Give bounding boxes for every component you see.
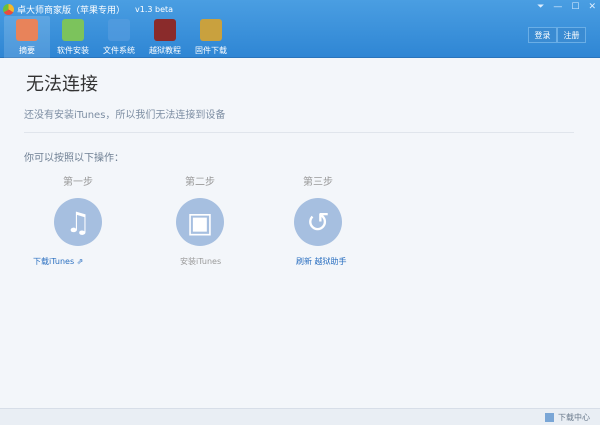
tab-filesystem[interactable]: 文件系统 <box>96 16 142 58</box>
menu-icon[interactable]: ⏷ <box>537 2 544 12</box>
download-icon <box>545 413 554 422</box>
header: 卓大师商家版（苹果专用） v1.3 beta ⏷ — ☐ ✕ 摘要 软件安装 文… <box>0 0 600 58</box>
download-icon <box>200 19 222 41</box>
step-label: 第一步 <box>63 177 93 188</box>
maximize-icon[interactable]: ☐ <box>571 2 579 12</box>
instructions-hint: 你可以按照以下操作： <box>24 153 124 164</box>
tab-summary[interactable]: 摘要 <box>4 16 50 58</box>
toolbar: 摘要 软件安装 文件系统 越狱教程 固件下载 <box>4 16 234 58</box>
close-icon[interactable]: ✕ <box>588 2 596 12</box>
step-3: 第三步 ↺ <box>268 173 368 246</box>
tab-label: 软件安装 <box>57 46 89 55</box>
download-center-button[interactable]: 下载中心 <box>545 412 590 423</box>
register-button[interactable]: 注册 <box>557 27 586 43</box>
package-box-icon: ▣ <box>176 198 224 246</box>
tab-label: 文件系统 <box>103 46 135 55</box>
status-message: 还没有安装iTunes，所以我们无法连接到设备 <box>24 110 226 121</box>
download-itunes-link[interactable]: 下载iTunes ⇗ <box>33 256 83 267</box>
title-bar: 卓大师商家版（苹果专用） v1.3 beta <box>3 2 173 16</box>
home-icon <box>16 19 38 41</box>
tab-label: 固件下载 <box>195 46 227 55</box>
tab-label: 摘要 <box>19 46 35 55</box>
refresh-icon: ↺ <box>294 198 342 246</box>
apps-icon <box>62 19 84 41</box>
music-note-icon: ♫ <box>54 198 102 246</box>
login-button[interactable]: 登录 <box>528 27 557 43</box>
step-label: 第二步 <box>185 177 215 188</box>
app-title: 卓大师商家版（苹果专用） <box>17 5 126 16</box>
tab-firmware[interactable]: 固件下载 <box>188 16 234 58</box>
page-title: 无法连接 <box>26 74 98 95</box>
folder-icon <box>108 19 130 41</box>
step-2: 第二步 ▣ <box>150 173 250 246</box>
tab-label: 越狱教程 <box>149 46 181 55</box>
divider <box>24 132 574 133</box>
refresh-link[interactable]: 刷新 越狱助手 <box>296 256 347 267</box>
status-bar: 下载中心 <box>0 408 600 425</box>
app-version: v1.3 beta <box>135 4 174 14</box>
download-center-label: 下载中心 <box>558 413 590 422</box>
minimize-icon[interactable]: — <box>553 2 562 12</box>
install-itunes-text: 安装iTunes <box>180 257 222 266</box>
app-logo-icon <box>3 3 14 15</box>
tab-software[interactable]: 软件安装 <box>50 16 96 58</box>
tab-jailbreak[interactable]: 越狱教程 <box>142 16 188 58</box>
step-label: 第三步 <box>303 177 333 188</box>
step-1: 第一步 ♫ <box>28 173 128 246</box>
book-icon <box>154 19 176 41</box>
